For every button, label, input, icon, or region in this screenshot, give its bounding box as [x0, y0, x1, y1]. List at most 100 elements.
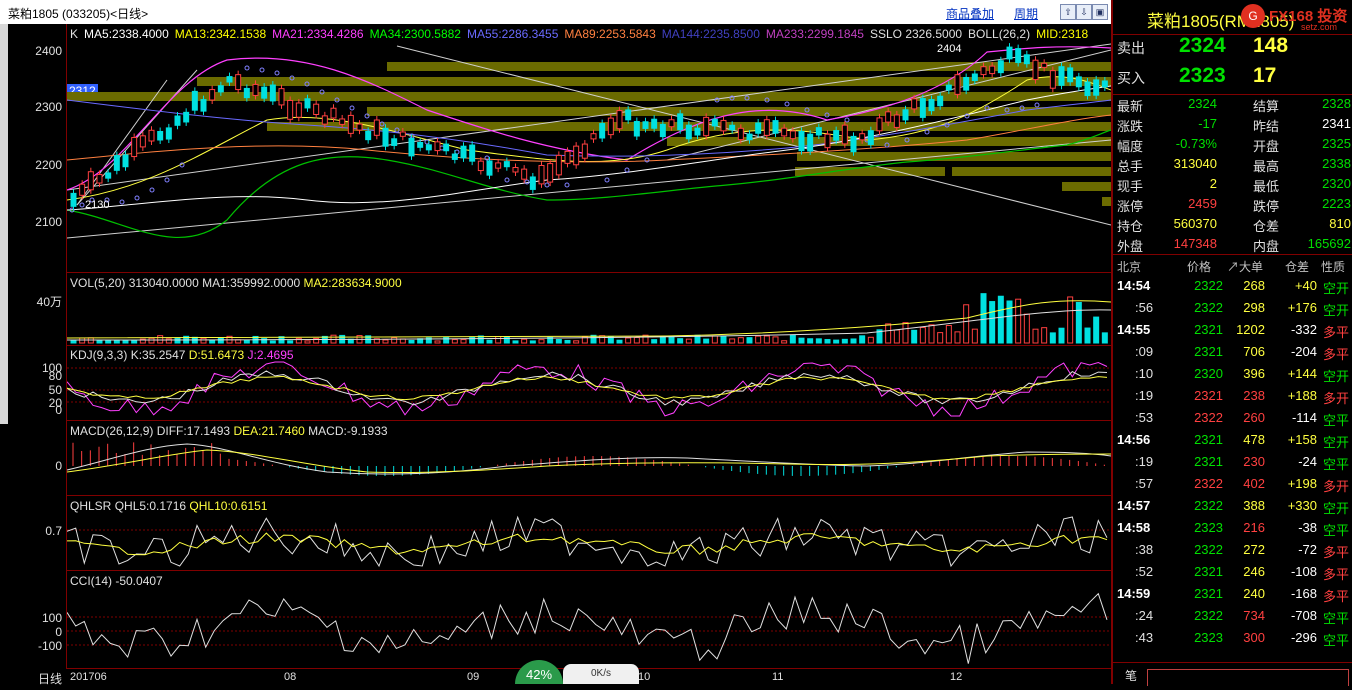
- x-axis-label: 11: [772, 671, 784, 683]
- candle-body: [564, 150, 571, 164]
- tick-row[interactable]: :52 2321 246 -108 多平: [1117, 562, 1352, 584]
- stat-label: 总手: [1117, 159, 1144, 174]
- candle-body: [677, 113, 684, 131]
- tick-time: :19: [1135, 454, 1154, 469]
- tick-row[interactable]: 14:57 2322 388 +330 空开: [1117, 496, 1352, 518]
- volume-bar: [105, 340, 112, 344]
- candle-body: [425, 144, 432, 151]
- period-link[interactable]: 周期: [1014, 5, 1038, 22]
- x-axis-label: 12: [950, 671, 963, 683]
- candle-body: [555, 154, 562, 176]
- tick-time: 14:56: [1117, 432, 1151, 447]
- tick-row[interactable]: 14:58 2323 216 -38 空平: [1117, 518, 1352, 540]
- candle-body: [495, 162, 502, 169]
- tick-diff: -296: [1290, 630, 1317, 645]
- tick-row[interactable]: :43 2323 300 -296 空平: [1117, 628, 1352, 650]
- volume-bar: [911, 329, 918, 344]
- volume-bar: [980, 293, 987, 344]
- tick-list[interactable]: 14:54 2322 268 +40 空开:56 2322 298 +176 空开 14:55 23…: [1113, 276, 1352, 656]
- volume-bar: [893, 329, 900, 344]
- volume-bar: [200, 337, 207, 344]
- stat-label: 幅度: [1117, 139, 1144, 154]
- tick-row[interactable]: :53 2322 260 -114 空平: [1117, 408, 1352, 430]
- tick-nature: 空平: [1323, 457, 1350, 472]
- stat-label: 内盘: [1253, 239, 1280, 254]
- overlay-link[interactable]: 商品叠加: [946, 5, 994, 22]
- candle-body: [139, 135, 146, 148]
- stat-value: 2324: [1188, 96, 1217, 111]
- tick-nature: 空开: [1323, 501, 1350, 516]
- candle-body: [1084, 81, 1091, 97]
- tick-row[interactable]: :10 2320 396 +144 空开: [1117, 364, 1352, 386]
- candle-body: [659, 123, 666, 138]
- tick-diff: +40: [1294, 278, 1317, 293]
- tick-footer-tab[interactable]: [1147, 669, 1349, 686]
- tick-row[interactable]: 14:55 2321 1202 -332 多平: [1117, 320, 1352, 342]
- stat-value: 560370: [1173, 216, 1217, 231]
- tick-row[interactable]: :57 2322 402 +198 多开: [1117, 474, 1352, 496]
- panel-divider: [66, 420, 1111, 421]
- main-indicator-item: MA13:2342.1538: [174, 27, 267, 41]
- candle-body: [226, 76, 233, 83]
- candle-body: [963, 76, 970, 91]
- tick-volume: 402: [1243, 476, 1265, 491]
- price-axis-label: 2100: [35, 215, 62, 229]
- volume-bar: [1049, 332, 1056, 344]
- candle-body: [191, 90, 198, 111]
- tick-row[interactable]: :56 2322 298 +176 空开: [1117, 298, 1352, 320]
- tick-volume: 734: [1243, 608, 1265, 623]
- tick-volume: 478: [1243, 432, 1265, 447]
- tick-row[interactable]: 14:54 2322 268 +40 空开: [1117, 276, 1352, 298]
- tick-row[interactable]: :19 2321 238 +188 多开: [1117, 386, 1352, 408]
- volume-bar: [746, 337, 753, 344]
- volume-bar: [243, 339, 250, 344]
- volume-bar: [850, 338, 857, 344]
- stat-label: 开盘: [1253, 139, 1280, 154]
- nav-up-button[interactable]: ⇧: [1060, 4, 1076, 20]
- x-axis-label: 201706: [70, 671, 107, 683]
- candle-body: [356, 123, 363, 131]
- candle-body: [278, 88, 285, 106]
- candle-body: [789, 130, 796, 140]
- stat-row: 最新 2324 结算 2328: [1117, 94, 1352, 114]
- nav-down-button[interactable]: ⇩: [1076, 4, 1092, 20]
- tick-row[interactable]: :09 2321 706 -204 多平: [1117, 342, 1352, 364]
- volume-chart: [67, 293, 1111, 344]
- tick-col-nature: 性质: [1321, 260, 1346, 274]
- tick-volume: 396: [1243, 366, 1265, 381]
- volume-bar: [651, 339, 658, 344]
- tick-diff: -204: [1290, 344, 1317, 359]
- candle-body: [417, 141, 424, 148]
- tick-time: :52: [1135, 564, 1154, 579]
- period-label[interactable]: 日线: [38, 670, 62, 687]
- candle-body: [1015, 48, 1022, 64]
- volume-bar: [1093, 316, 1100, 344]
- tick-row[interactable]: :38 2322 272 -72 多平: [1117, 540, 1352, 562]
- tick-row[interactable]: :24 2322 734 -708 空平: [1117, 606, 1352, 628]
- low-marker: 2130: [85, 199, 109, 211]
- tick-row[interactable]: 14:59 2321 240 -168 多平: [1117, 584, 1352, 606]
- candle-body: [391, 138, 398, 146]
- chart-area[interactable]: 菜粕1805 (033205)<日线> 商品叠加 周期 ⇧ ⇩ ▣ K MA5:2…: [0, 0, 1111, 687]
- candle-body: [443, 143, 450, 152]
- layout-button[interactable]: ▣: [1092, 4, 1108, 20]
- quote-header: 菜粕1805(RM1805) G FX168 投资 setz.com: [1113, 0, 1352, 35]
- brand-logo-icon: G: [1241, 4, 1265, 28]
- candle-body: [113, 155, 120, 171]
- volume-bar: [1058, 327, 1065, 344]
- x-axis-label: 10: [638, 671, 651, 683]
- volume-bar: [521, 338, 528, 344]
- volume-bar: [434, 340, 441, 344]
- tick-nature: 多开: [1323, 479, 1350, 494]
- tick-row[interactable]: 14:56 2321 478 +158 空开: [1117, 430, 1352, 452]
- volume-bar: [1041, 327, 1048, 344]
- tick-diff: -38: [1298, 520, 1317, 535]
- candle-body: [1041, 62, 1048, 68]
- tick-row[interactable]: :19 2321 230 -24 空平: [1117, 452, 1352, 474]
- macd-chart: [67, 442, 1111, 476]
- volume-bar: [391, 337, 398, 344]
- tick-diff: +144: [1287, 366, 1317, 381]
- candle-body: [347, 114, 354, 134]
- volume-bar: [737, 337, 744, 344]
- x-axis-label: 09: [467, 671, 480, 683]
